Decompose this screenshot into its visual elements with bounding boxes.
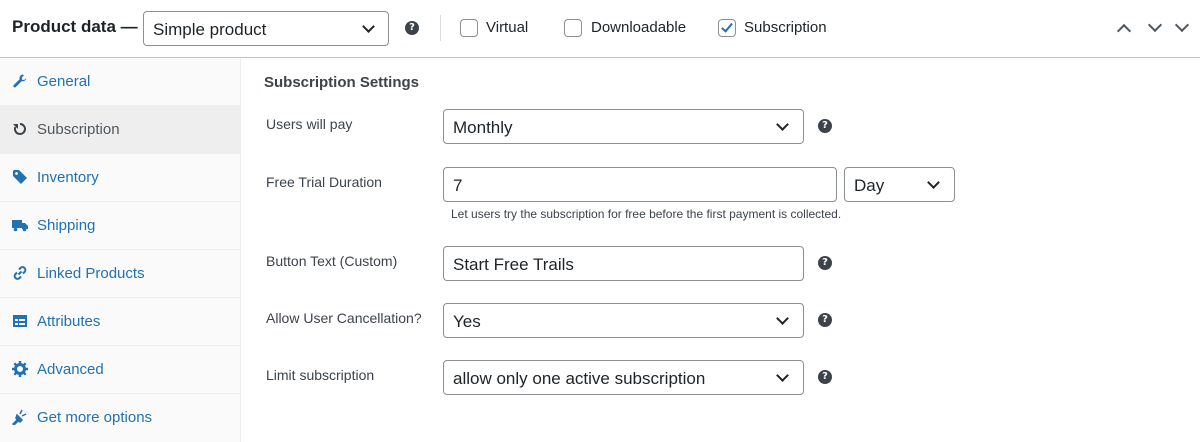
limit-subscription-select[interactable]: allow only one active subscription xyxy=(443,360,804,395)
help-icon[interactable]: ? xyxy=(818,313,832,327)
toggle-panel-button[interactable] xyxy=(1172,17,1192,38)
tab-label: Inventory xyxy=(37,169,99,186)
product-type-value: Simple product xyxy=(153,20,267,39)
refresh-icon xyxy=(12,121,28,137)
virtual-checkbox[interactable] xyxy=(460,19,478,37)
users-will-pay-label: Users will pay xyxy=(266,116,353,132)
panel-title: Product data — xyxy=(12,17,138,36)
arrow-up-icon xyxy=(1116,23,1132,39)
downloadable-checkbox[interactable] xyxy=(564,19,582,37)
list-icon xyxy=(12,313,28,329)
button-text-input[interactable]: Start Free Trails xyxy=(443,246,804,281)
trial-duration-value: 7 xyxy=(453,176,463,195)
arrow-down-icon xyxy=(1174,17,1190,33)
trial-description: Let users try the subscription for free … xyxy=(451,207,842,221)
wrench-icon xyxy=(12,73,28,89)
allow-cancellation-value: Yes xyxy=(453,312,481,331)
chevron-down-icon xyxy=(776,312,789,325)
move-up-button[interactable] xyxy=(1114,18,1134,39)
tab-shipping[interactable]: Shipping xyxy=(0,202,240,250)
truck-icon xyxy=(12,217,28,233)
limit-subscription-label: Limit subscription xyxy=(266,367,375,383)
chevron-down-icon xyxy=(927,176,940,189)
allow-cancellation-label: Allow User Cancellation? xyxy=(266,310,422,326)
tab-label: Shipping xyxy=(37,217,96,234)
tag-icon xyxy=(12,169,28,185)
virtual-label[interactable]: Virtual xyxy=(486,19,528,36)
limit-subscription-value: allow only one active subscription xyxy=(453,369,706,388)
tab-label: Subscription xyxy=(37,121,120,138)
product-type-select[interactable]: Simple product xyxy=(143,11,389,46)
tab-label: Get more options xyxy=(37,409,153,426)
arrow-down-icon xyxy=(1147,17,1163,33)
link-icon xyxy=(12,265,28,281)
tab-general[interactable]: General xyxy=(0,58,240,106)
tab-label: Advanced xyxy=(37,361,104,378)
help-icon[interactable]: ? xyxy=(818,119,832,133)
move-down-button[interactable] xyxy=(1145,17,1165,38)
tab-inventory[interactable]: Inventory xyxy=(0,154,240,202)
plug-icon xyxy=(11,409,28,427)
help-icon[interactable]: ? xyxy=(405,21,419,35)
billing-period-select[interactable]: Monthly xyxy=(443,109,804,144)
tab-label: General xyxy=(37,73,91,90)
subscription-checkbox[interactable] xyxy=(718,19,736,37)
tab-subscription[interactable]: Subscription xyxy=(0,106,240,154)
button-text-label: Button Text (Custom) xyxy=(266,253,398,269)
tab-advanced[interactable]: Advanced xyxy=(0,346,240,394)
help-icon[interactable]: ? xyxy=(818,370,832,384)
tab-linked-products[interactable]: Linked Products xyxy=(0,250,240,298)
chevron-down-icon xyxy=(362,20,375,33)
trial-unit-value: Day xyxy=(854,176,885,195)
header-divider xyxy=(440,15,441,41)
chevron-down-icon xyxy=(776,118,789,131)
button-text-value: Start Free Trails xyxy=(453,255,574,274)
checkmark-icon xyxy=(721,20,733,33)
tab-get-more-options[interactable]: Get more options xyxy=(0,394,240,442)
gear-icon xyxy=(12,361,28,377)
free-trial-label: Free Trial Duration xyxy=(266,174,382,190)
downloadable-label[interactable]: Downloadable xyxy=(591,19,686,36)
billing-period-value: Monthly xyxy=(453,118,513,137)
tab-label: Linked Products xyxy=(37,265,145,282)
allow-cancellation-select[interactable]: Yes xyxy=(443,303,804,338)
trial-duration-input[interactable]: 7 xyxy=(443,167,837,202)
section-title: Subscription Settings xyxy=(264,74,420,91)
tab-attributes[interactable]: Attributes xyxy=(0,298,240,346)
product-data-tabs: General Subscription Inventory Shipping … xyxy=(0,58,241,442)
subscription-label[interactable]: Subscription xyxy=(744,19,827,36)
trial-unit-select[interactable]: Day xyxy=(844,167,955,202)
product-data-header: Product data — Simple product ? Virtual … xyxy=(0,0,1200,58)
help-icon[interactable]: ? xyxy=(818,256,832,270)
tab-label: Attributes xyxy=(37,313,101,330)
chevron-down-icon xyxy=(776,369,789,382)
